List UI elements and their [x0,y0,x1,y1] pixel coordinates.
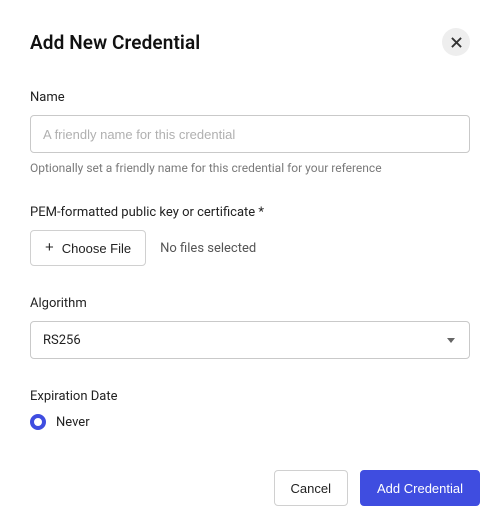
add-credential-modal: Add New Credential Name Optionally set a… [0,0,500,519]
close-button[interactable] [442,28,470,56]
choose-file-label: Choose File [62,241,131,256]
radio-icon [30,414,46,430]
close-icon [451,37,462,48]
name-input[interactable] [30,115,470,153]
plus-icon: + [45,240,54,255]
name-hint: Optionally set a friendly name for this … [30,161,470,175]
expiration-field: Expiration Date Never [30,389,470,430]
pem-label: PEM-formatted public key or certificate … [30,205,470,220]
cancel-button[interactable]: Cancel [274,470,348,506]
add-credential-button[interactable]: Add Credential [360,470,480,506]
name-label: Name [30,90,470,105]
expiration-option-never[interactable]: Never [30,414,470,430]
modal-title: Add New Credential [30,31,200,54]
name-field: Name Optionally set a friendly name for … [30,90,470,175]
file-status: No files selected [160,241,256,256]
algorithm-value: RS256 [43,333,81,348]
modal-footer: Cancel Add Credential [0,457,500,519]
chevron-down-icon [447,338,455,343]
expiration-never-label: Never [56,415,90,430]
algorithm-label: Algorithm [30,296,470,311]
choose-file-button[interactable]: + Choose File [30,230,146,266]
file-picker-row: + Choose File No files selected [30,230,470,266]
modal-header: Add New Credential [30,28,470,56]
pem-field: PEM-formatted public key or certificate … [30,205,470,266]
expiration-label: Expiration Date [30,389,470,404]
algorithm-field: Algorithm RS256 [30,296,470,359]
algorithm-select[interactable]: RS256 [30,321,470,359]
